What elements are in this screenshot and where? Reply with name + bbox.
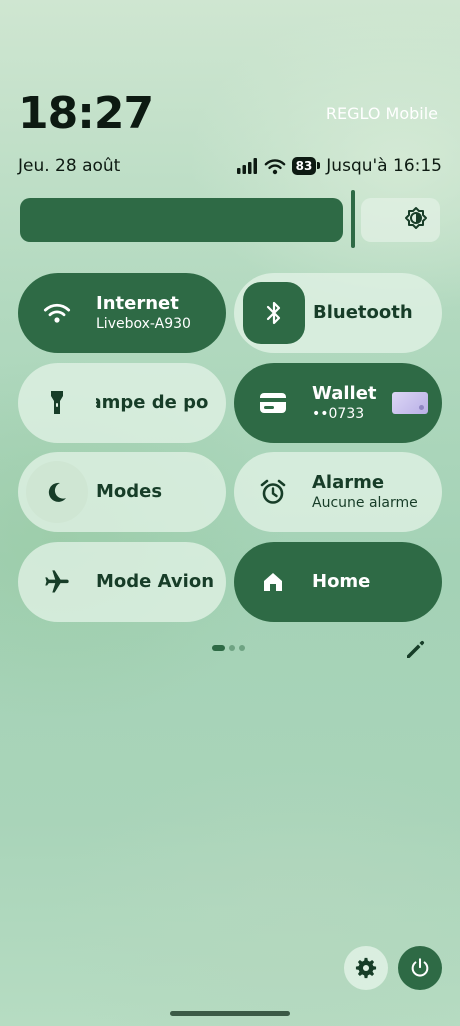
- status-bar: 83 Jusqu'à 16:15: [236, 155, 442, 177]
- modes-tile[interactable]: Modes: [18, 452, 226, 532]
- wallet-icon: [234, 363, 312, 443]
- date: Jeu. 28 août: [18, 156, 121, 176]
- internet-label: Internet: [96, 293, 179, 314]
- bluetooth-tile[interactable]: Bluetooth: [234, 273, 442, 353]
- signal-icon: [236, 158, 258, 174]
- brightness-slider[interactable]: [20, 190, 440, 248]
- flashlight-tile[interactable]: Lampe de poche: [18, 363, 226, 443]
- bluetooth-label: Bluetooth: [313, 302, 413, 323]
- page-dot-2[interactable]: [229, 645, 235, 651]
- alarm-label: Alarme: [312, 472, 385, 493]
- internet-network: Livebox-A930: [96, 316, 191, 332]
- page-indicator[interactable]: [212, 645, 245, 651]
- battery-estimate: Jusqu'à 16:15: [326, 156, 442, 176]
- home-label: Home: [312, 571, 371, 592]
- bluetooth-icon-box: [243, 282, 305, 344]
- battery-icon: 83: [291, 157, 320, 175]
- gesture-home-bar[interactable]: [170, 1011, 290, 1016]
- wallet-card-number: ••0733: [312, 406, 365, 422]
- moon-icon: [26, 461, 88, 523]
- flashlight-label: Lampe de poche: [96, 392, 208, 413]
- wallet-tile[interactable]: Wallet ••0733: [234, 363, 442, 443]
- wallet-label: Wallet: [312, 383, 377, 404]
- edit-pencil-icon[interactable]: [403, 638, 427, 662]
- wifi-status-icon: [264, 158, 286, 175]
- bluetooth-icon: [266, 301, 281, 325]
- alarm-status: Aucune alarme: [312, 495, 418, 511]
- alarm-tile[interactable]: Alarme Aucune alarme: [234, 452, 442, 532]
- settings-button[interactable]: [344, 946, 388, 990]
- brightness-handle[interactable]: [351, 190, 355, 248]
- brightness-track: [361, 198, 440, 242]
- power-button[interactable]: [398, 946, 442, 990]
- airplane-mode-label: Mode Avion: [96, 571, 215, 592]
- alarm-icon: [234, 452, 312, 532]
- wallet-card-image: [392, 392, 428, 414]
- modes-label: Modes: [96, 481, 163, 502]
- brightness-fill: [20, 198, 343, 242]
- home-tile[interactable]: Home: [234, 542, 442, 622]
- wifi-icon: [18, 273, 96, 353]
- brightness-icon: [404, 206, 428, 234]
- airplane-mode-tile[interactable]: Mode Avion: [18, 542, 226, 622]
- power-icon: [411, 958, 429, 977]
- page-dot-1[interactable]: [212, 645, 225, 651]
- carrier-name: REGLO Mobile: [325, 104, 438, 123]
- page-dot-3[interactable]: [239, 645, 245, 651]
- gear-icon: [355, 957, 377, 979]
- airplane-icon: [18, 542, 96, 622]
- internet-tile[interactable]: Internet Livebox-A930: [18, 273, 226, 353]
- flashlight-icon: [18, 363, 96, 443]
- clock: 18:27: [18, 88, 154, 139]
- home-icon: [234, 542, 312, 622]
